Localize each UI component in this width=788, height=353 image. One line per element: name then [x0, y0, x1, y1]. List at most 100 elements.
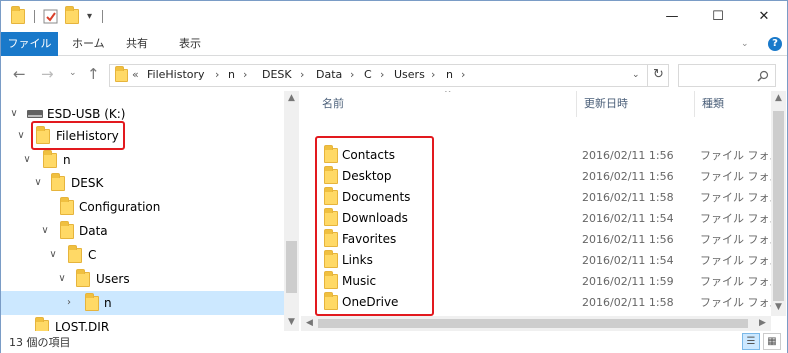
folder-icon [85, 293, 99, 311]
red-highlight-box [31, 121, 125, 150]
tab-home[interactable]: ホーム [63, 32, 114, 56]
expand-ribbon-icon[interactable]: ⌄ [741, 32, 749, 56]
scroll-down-icon[interactable]: ▼ [771, 302, 786, 312]
tree-item-label: n [63, 153, 71, 167]
chevron-right-icon[interactable]: › [243, 68, 247, 81]
scroll-up-icon[interactable]: ▲ [284, 93, 299, 103]
chevron-right-icon[interactable]: › [350, 68, 354, 81]
maximize-button[interactable]: ☐ [695, 1, 741, 32]
chevron-right-icon[interactable]: › [215, 68, 219, 81]
address-row: ← → ⌄ ↑ « FileHistory › n › DESK › Data … [1, 57, 787, 91]
chevron-down-icon[interactable]: ∨ [47, 243, 59, 267]
column-divider[interactable] [694, 91, 695, 117]
tree-item-n-selected[interactable]: › n [1, 291, 284, 315]
chevron-down-icon[interactable]: ∨ [8, 102, 20, 126]
search-input[interactable] [678, 64, 776, 87]
tree-item-label: DESK [71, 176, 104, 190]
scroll-thumb[interactable] [318, 319, 748, 328]
scroll-left-icon[interactable]: ◀ [302, 318, 317, 328]
folder-icon [76, 269, 90, 287]
chevron-down-icon[interactable]: ∨ [21, 148, 33, 172]
help-icon[interactable]: ? [768, 37, 782, 51]
folder-icon [43, 150, 57, 168]
customize-toolbar-icon[interactable]: ▾ [87, 11, 92, 22]
ribbon-tabs: ファイル ホーム 共有 表示 ⌄ ? [1, 32, 787, 56]
column-header-name[interactable]: 名前 [322, 91, 344, 117]
back-button[interactable]: ← [13, 65, 26, 83]
address-history-icon[interactable]: ⌄ [632, 70, 640, 80]
file-type: ファイル フォルダー [700, 149, 771, 162]
chevron-right-icon[interactable]: › [63, 291, 75, 315]
up-button[interactable]: ↑ [87, 65, 100, 83]
scroll-up-icon[interactable]: ▲ [771, 93, 786, 103]
tree-item-desk[interactable]: ∨ DESK [1, 171, 284, 195]
scroll-thumb[interactable] [773, 111, 784, 301]
tree-item-users[interactable]: ∨ Users [1, 267, 284, 291]
tree-item-label: Data [79, 224, 108, 238]
breadcrumb-item[interactable]: n [228, 68, 235, 81]
chevron-down-icon[interactable]: ∨ [39, 219, 51, 243]
breadcrumb-item[interactable]: FileHistory [147, 68, 205, 81]
tree-item-data[interactable]: ∨ Data [1, 219, 284, 243]
tab-share[interactable]: 共有 [117, 32, 157, 56]
scroll-down-icon[interactable]: ▼ [284, 317, 299, 327]
file-type: ファイル フォルダー [700, 212, 771, 225]
minimize-button[interactable]: — [649, 1, 695, 32]
tree-item-c[interactable]: ∨ C [1, 243, 284, 267]
tree-item-configuration[interactable]: Configuration [1, 195, 284, 219]
scroll-thumb[interactable] [286, 241, 297, 293]
details-view-button[interactable]: ☰ [742, 333, 760, 350]
quick-access-folder-icon[interactable] [11, 6, 25, 24]
scroll-right-icon[interactable]: ▶ [755, 318, 770, 328]
new-folder-icon[interactable] [65, 6, 79, 24]
status-bar: 13 個の項目 ☰ ▦ [1, 331, 787, 353]
tab-file[interactable]: ファイル [1, 32, 58, 56]
file-date: 2016/02/11 1:54 [582, 254, 674, 267]
chevron-down-icon[interactable]: ∨ [15, 124, 27, 148]
breadcrumb-item[interactable]: DESK [262, 68, 292, 81]
chevron-down-icon[interactable]: ∨ [56, 267, 68, 291]
properties-icon[interactable] [43, 9, 58, 27]
refresh-icon: ↻ [653, 67, 664, 82]
file-date: 2016/02/11 1:59 [582, 275, 674, 288]
large-icons-view-button[interactable]: ▦ [763, 333, 781, 350]
folder-icon [51, 173, 65, 191]
address-bar[interactable]: « FileHistory › n › DESK › Data › C › Us… [109, 64, 669, 87]
breadcrumb-item[interactable]: Users [394, 68, 425, 81]
chevron-right-icon[interactable]: › [461, 68, 465, 81]
file-date: 2016/02/11 1:58 [582, 191, 674, 204]
tree-item-lost-dir[interactable]: LOST.DIR [1, 315, 284, 331]
refresh-button[interactable]: ↻ [647, 65, 664, 86]
content-horizontal-scrollbar[interactable]: ◀ ▶ [301, 316, 771, 331]
forward-button[interactable]: → [41, 65, 54, 83]
file-type: ファイル フォルダー [700, 233, 771, 246]
column-header-type[interactable]: 種類 [702, 91, 724, 117]
chevron-right-icon[interactable]: › [380, 68, 384, 81]
title-bar: ▾ — ☐ ✕ [1, 1, 787, 32]
tree-item-label: LOST.DIR [55, 320, 110, 331]
content-vertical-scrollbar[interactable]: ▲ ▼ [771, 91, 786, 316]
file-type: ファイル フォルダー [700, 254, 771, 267]
breadcrumb-item[interactable]: n [446, 68, 453, 81]
divider [102, 10, 103, 23]
chevron-right-icon[interactable]: › [431, 68, 435, 81]
nav-scrollbar[interactable]: ▲ ▼ [284, 91, 299, 331]
tab-view[interactable]: 表示 [170, 32, 210, 56]
column-header-date[interactable]: 更新日時 [584, 91, 628, 117]
folder-icon [35, 317, 49, 331]
breadcrumb-item[interactable]: C [364, 68, 372, 81]
chevron-right-icon[interactable]: › [300, 68, 304, 81]
usb-drive-icon [27, 110, 43, 118]
file-type: ファイル フォルダー [700, 275, 771, 288]
breadcrumb-item[interactable]: Data [316, 68, 342, 81]
chevron-down-icon[interactable]: ∨ [32, 171, 44, 195]
overflow-icon[interactable]: « [132, 68, 139, 81]
recent-locations-icon[interactable]: ⌄ [69, 68, 77, 78]
search-icon [757, 70, 769, 82]
sort-ascending-icon: ^ [444, 91, 452, 99]
file-date: 2016/02/11 1:58 [582, 296, 674, 309]
column-divider[interactable] [576, 91, 577, 117]
tree-item-n[interactable]: ∨ n [1, 148, 284, 172]
item-count: 13 個の項目 [9, 336, 71, 349]
close-button[interactable]: ✕ [741, 1, 787, 32]
